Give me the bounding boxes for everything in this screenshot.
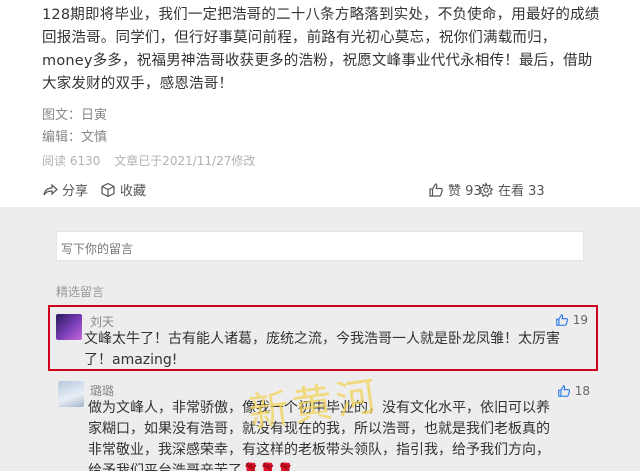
gear-flower-icon: [478, 181, 494, 197]
comment-input[interactable]: 写下你的留言: [56, 231, 584, 261]
comment-author[interactable]: 璐璐: [90, 382, 114, 399]
editor-credit: 编辑：文慎: [42, 130, 108, 145]
comment-like-button[interactable]: 19: [555, 313, 588, 327]
comment-author[interactable]: 刘天: [90, 313, 114, 330]
comment-like-button[interactable]: 18: [557, 384, 590, 398]
favorite-cube-icon: [101, 182, 115, 197]
favorite-button[interactable]: 收藏: [100, 180, 146, 199]
looking-label: 在看 33: [498, 184, 545, 199]
article-section: 128期即将毕业，我们一定把浩哥的二十八条方略落到实处，不负使命，用最好的成绩回…: [0, 0, 640, 207]
like-label: 赞 93: [448, 184, 482, 199]
thumbs-up-icon: [555, 314, 568, 326]
comment-text-body: 做为文峰人，非常骄傲，像我一个初中毕业的，没有文化水平，依旧可以养家糊口，如果没…: [88, 400, 550, 471]
read-count: 阅读 6130: [42, 154, 101, 168]
comment-like-count: 19: [572, 313, 588, 327]
comment-item: 璐璐 18 做为文峰人，非常骄傲，像我一个初中毕业的，没有文化水平，依旧可以养家…: [48, 378, 598, 471]
article-actions-bar: 分享 收藏 赞 93 在看 33: [42, 180, 598, 200]
rose-emoji: 🌹🌹🌹: [242, 463, 295, 471]
share-label: 分享: [62, 184, 89, 199]
like-button[interactable]: 赞 93: [428, 180, 482, 199]
avatar[interactable]: [58, 381, 84, 407]
avatar[interactable]: [56, 314, 82, 340]
comment-like-count: 18: [574, 384, 590, 398]
comment-item-highlighted: 刘天 19 文峰太牛了！古有能人诸葛，庞统之流，今我浩哥一人就是卧龙凤雏！太厉害…: [48, 305, 598, 371]
thumbs-up-icon: [429, 182, 443, 197]
image-credit: 图文：日寅: [42, 108, 108, 123]
article-paragraph: 128期即将毕业，我们一定把浩哥的二十八条方略落到实处，不负使命，用最好的成绩回…: [42, 7, 600, 92]
comment-text: 文峰太牛了！古有能人诸葛，庞统之流，今我浩哥一人就是卧龙凤雏！太厉害了！amaz…: [84, 331, 560, 368]
looking-button[interactable]: 在看 33: [478, 180, 545, 199]
favorite-label: 收藏: [120, 184, 147, 199]
featured-comments-title: 精选留言: [56, 285, 105, 299]
comment-input-placeholder: 写下你的留言: [61, 242, 134, 256]
article-stats: 阅读 6130 文章已于2021/11/27修改: [42, 152, 265, 169]
thumbs-up-icon: [557, 385, 570, 397]
comment-text: 做为文峰人，非常骄傲，像我一个初中毕业的，没有文化水平，依旧可以养家糊口，如果没…: [88, 398, 558, 471]
edited-timestamp: 文章已于2021/11/27修改: [114, 154, 256, 168]
share-button[interactable]: 分享: [42, 180, 88, 199]
share-icon: [43, 183, 58, 195]
